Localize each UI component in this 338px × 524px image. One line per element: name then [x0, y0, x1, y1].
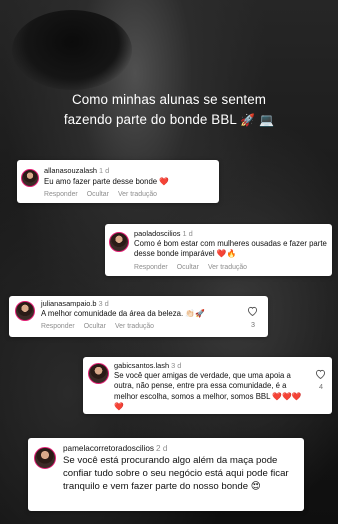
comment-actions: Responder Ocultar Ver tradução — [134, 264, 256, 271]
see-translation-button[interactable]: Ver tradução — [118, 191, 157, 198]
see-translation-button[interactable]: Ver tradução — [115, 323, 154, 330]
comment-username[interactable]: pamelacorretoradoscilios 2 d — [63, 444, 167, 453]
headline-line-1: Como minhas alunas se sentem — [71, 92, 267, 107]
computer-icon: 💻 — [259, 113, 275, 127]
rocket-icon: 🚀 — [240, 113, 256, 127]
comment-time: 1 d — [99, 166, 110, 175]
comment-card-allanasouzalash: allanasouzalash 1 d Eu amo fazer parte de… — [17, 160, 219, 203]
headline-line-2: fazendo parte do bonde BBL 🚀 💻 — [0, 110, 338, 130]
hide-button[interactable]: Ocultar — [84, 323, 106, 330]
comment-time: 3 d — [171, 361, 182, 370]
comment-actions: Responder Ocultar Ver tradução — [41, 323, 163, 330]
like-count: 4 — [319, 382, 323, 391]
comment-username[interactable]: gabicsantos.lash 3 d — [114, 361, 181, 370]
headline-line-2-text: fazendo parte do bonde BBL — [63, 112, 237, 127]
avatar[interactable] — [109, 232, 129, 252]
reply-button[interactable]: Responder — [44, 191, 78, 198]
comment-text: Eu amo fazer parte desse bonde ❤️ — [44, 177, 170, 186]
comment-card-julianasampaio: julianasampaio.b 3 d A melhor comunidade … — [9, 296, 268, 337]
avatar[interactable] — [15, 301, 35, 321]
comment-username[interactable]: julianasampaio.b 3 d — [41, 299, 109, 308]
comment-card-paoladoscilios: paoladoscilios 1 d Como é bom estar com m… — [105, 224, 332, 276]
comment-time: 2 d — [156, 444, 168, 453]
comment-card-pamelacorretoradoscilios: pamelacorretoradoscilios 2 d Se você está… — [28, 438, 304, 511]
comment-card-gabicsantos: gabicsantos.lash 3 d Se você quer amigas … — [83, 357, 332, 414]
avatar[interactable] — [34, 447, 56, 469]
reply-button[interactable]: Responder — [134, 264, 168, 271]
avatar[interactable] — [21, 169, 39, 187]
comment-actions: Responder Ocultar Ver tradução — [44, 191, 166, 198]
like-count: 3 — [251, 320, 255, 329]
comment-text: Se você está procurando algo além da maç… — [63, 455, 289, 492]
see-translation-button[interactable]: Ver tradução — [208, 264, 247, 271]
comment-username[interactable]: allanasouzalash 1 d — [44, 166, 109, 175]
comment-username[interactable]: paoladoscilios 1 d — [134, 229, 193, 238]
comment-time: 1 d — [182, 229, 193, 238]
comment-text: Se você quer amigas de verdade, que uma … — [114, 371, 302, 412]
sunglasses-shadow — [12, 10, 132, 90]
heart-outline-icon[interactable] — [315, 369, 326, 379]
comment-text: A melhor comunidade da área da beleza. 👏… — [41, 309, 205, 318]
heart-outline-icon[interactable] — [247, 306, 258, 316]
comment-time: 3 d — [98, 299, 109, 308]
hide-button[interactable]: Ocultar — [87, 191, 109, 198]
headline: Como minhas alunas se sentem fazendo par… — [0, 90, 338, 130]
reply-button[interactable]: Responder — [41, 323, 75, 330]
avatar[interactable] — [88, 363, 109, 384]
comment-text: Como é bom estar com mulheres ousadas e … — [134, 239, 327, 259]
hide-button[interactable]: Ocultar — [177, 264, 199, 271]
